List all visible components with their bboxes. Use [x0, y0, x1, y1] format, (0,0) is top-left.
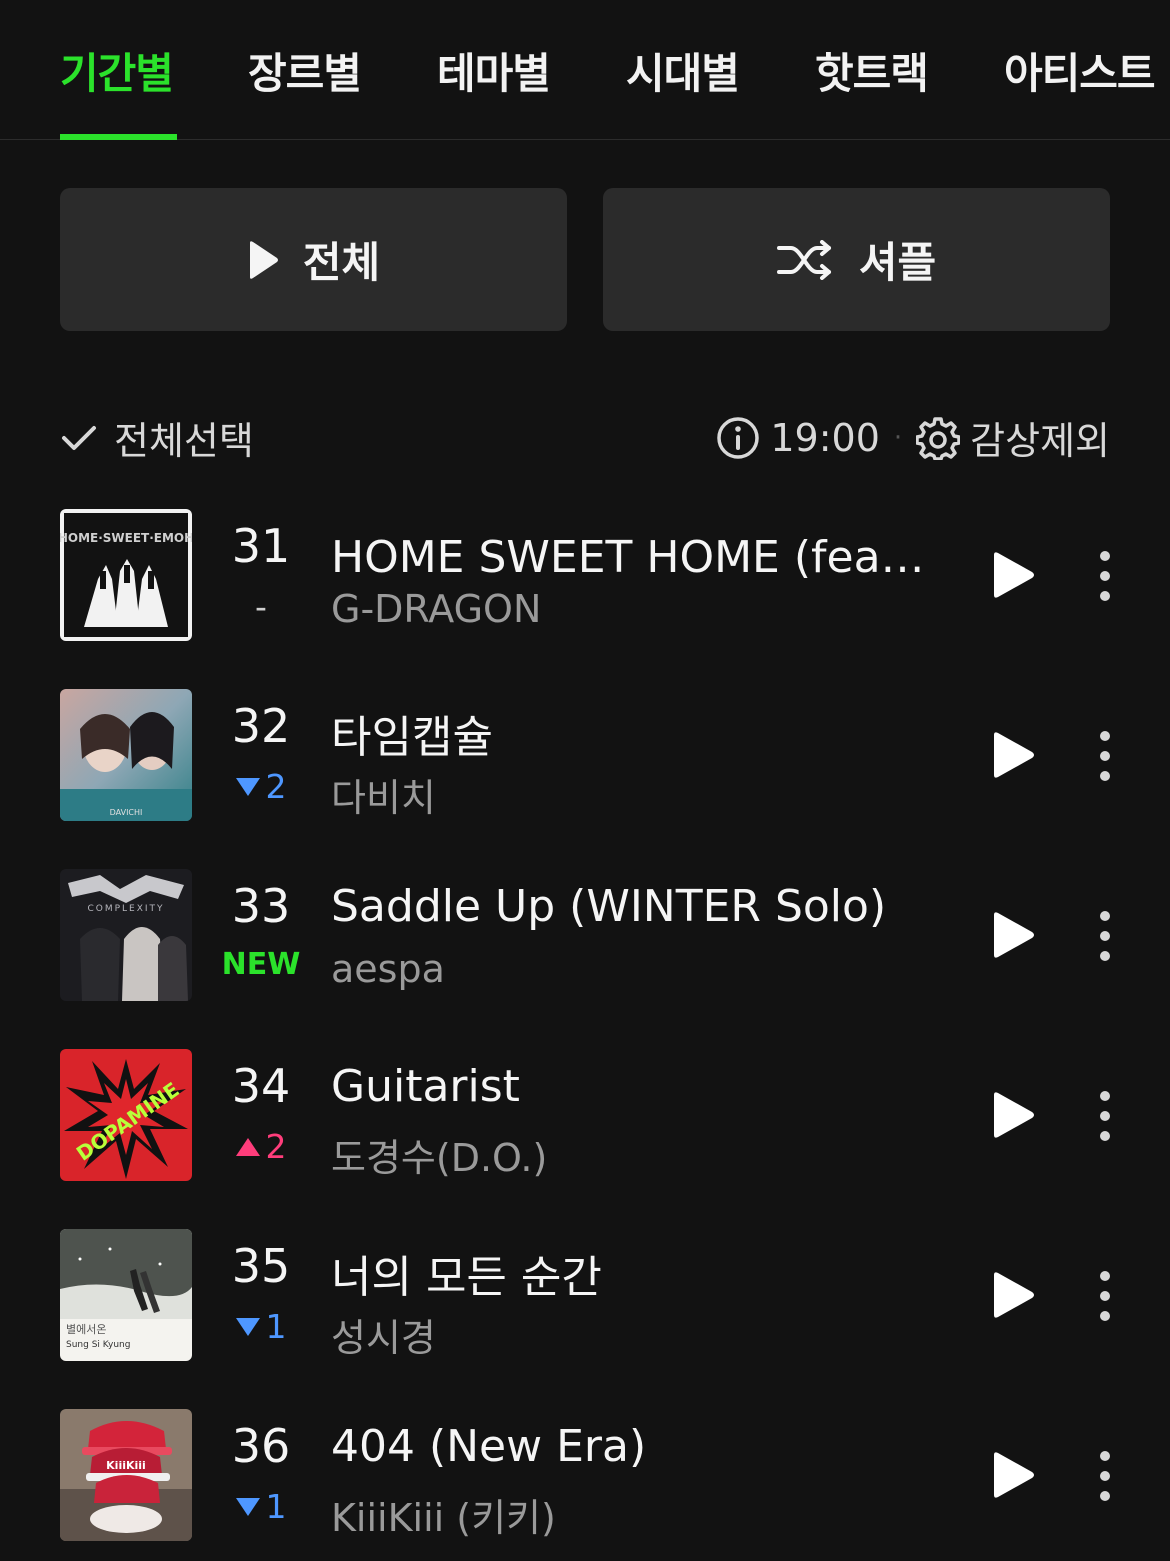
list-toolbar: 전체선택 19:00 · 감상제외	[60, 410, 1110, 466]
separator-dot: ·	[893, 422, 903, 453]
tab-theme[interactable]: 테마별	[437, 40, 551, 100]
artist-name[interactable]: 성시경	[331, 1307, 931, 1362]
select-all-button[interactable]: 전체선택	[60, 410, 254, 465]
rank-change-same: -	[255, 587, 267, 626]
artist-name[interactable]: KiiiKiii (키키)	[331, 1487, 931, 1542]
shuffle-button[interactable]: 셔플	[603, 188, 1110, 331]
tab-hot-track[interactable]: 핫트랙	[815, 40, 929, 100]
track-title: 너의 모든 순간	[331, 1252, 602, 1303]
track-title: 타임캡슐	[331, 712, 493, 763]
triangle-down-icon	[235, 1317, 260, 1336]
play-track-icon[interactable]	[990, 1091, 1036, 1139]
track-row[interactable]: KiiiKiii 36 1 404 (New Era) KiiiKiii (키키…	[60, 1409, 1150, 1541]
album-cover: DAVICHI	[60, 689, 192, 821]
artist-name[interactable]: 도경수(D.O.)	[331, 1127, 931, 1182]
track-row[interactable]: HOME·SWEET·EMOH 31 - HOME SWEET HOME (fe…	[60, 509, 1150, 641]
shuffle-label: 셔플	[858, 238, 937, 287]
rank-change-down: 1	[210, 1487, 312, 1526]
rank-number: 33	[231, 879, 291, 933]
svg-text:DAVICHI: DAVICHI	[110, 808, 143, 817]
rank-change-up: 2	[210, 1127, 312, 1166]
more-options-icon[interactable]	[1090, 1449, 1120, 1503]
gear-icon[interactable]	[916, 416, 961, 460]
play-track-icon[interactable]	[990, 551, 1036, 599]
track-title: HOME SWEET HOME (feat. 태양, 대성)	[331, 532, 931, 583]
tab-genre[interactable]: 장르별	[248, 40, 362, 100]
album-cover: KiiiKiii	[60, 1409, 192, 1541]
more-options-icon[interactable]	[1090, 1089, 1120, 1143]
svg-text:HOME·SWEET·EMOH: HOME·SWEET·EMOH	[60, 531, 192, 545]
track-row[interactable]: DOPAMINE 34 2 Guitarist 도경수(D.O.)	[60, 1049, 1150, 1181]
exclude-listening-label[interactable]: 감상제외	[970, 410, 1110, 465]
track-row[interactable]: DAVICHI 32 2 타임캡슐 다비치	[60, 689, 1150, 821]
svg-text:KiiiKiii: KiiiKiii	[106, 1459, 146, 1472]
tab-artist[interactable]: 아티스트	[1004, 40, 1156, 100]
more-options-icon[interactable]	[1090, 909, 1120, 963]
info-icon[interactable]	[716, 416, 760, 460]
rank-number: 36	[231, 1419, 291, 1473]
triangle-up-icon	[235, 1137, 260, 1156]
more-options-icon[interactable]	[1090, 1269, 1120, 1323]
rank-number: 35	[231, 1239, 291, 1293]
rank-number: 31	[231, 519, 291, 573]
more-options-icon[interactable]	[1090, 729, 1120, 783]
album-cover: COMPLEXITY	[60, 869, 192, 1001]
album-cover: 별에서온 Sung Si Kyung	[60, 1229, 192, 1361]
chart-update-time: 19:00	[770, 415, 880, 460]
play-track-icon[interactable]	[990, 1451, 1036, 1499]
active-tab-indicator	[60, 134, 177, 140]
artist-name[interactable]: aespa	[331, 947, 931, 991]
track-title: 404 (New Era)	[331, 1421, 647, 1472]
select-all-label: 전체선택	[114, 419, 254, 463]
album-cover: HOME·SWEET·EMOH	[60, 509, 192, 641]
play-all-label: 전체	[302, 238, 381, 287]
play-track-icon[interactable]	[990, 1271, 1036, 1319]
check-icon	[62, 425, 96, 450]
album-cover: DOPAMINE	[60, 1049, 192, 1181]
rank-change-down: 2	[210, 767, 312, 806]
track-title: Saddle Up (WINTER Solo)	[331, 881, 887, 932]
play-track-icon[interactable]	[990, 911, 1036, 959]
rank-number: 32	[231, 699, 291, 753]
triangle-down-icon	[235, 777, 260, 796]
svg-text:별에서온: 별에서온	[66, 1323, 106, 1336]
triangle-down-icon	[235, 1497, 260, 1516]
rank-change-new: NEW	[221, 947, 301, 982]
play-icon	[249, 240, 278, 279]
tab-period[interactable]: 기간별	[60, 40, 174, 100]
play-all-button[interactable]: 전체	[60, 188, 567, 331]
rank-change-down: 1	[210, 1307, 312, 1346]
tab-era[interactable]: 시대별	[626, 40, 740, 100]
track-row[interactable]: COMPLEXITY 33 NEW Saddle Up (WINTER Solo…	[60, 869, 1150, 1001]
artist-name[interactable]: G-DRAGON	[331, 587, 931, 631]
chart-info-tools: 19:00 · 감상제외	[716, 410, 1110, 465]
shuffle-icon	[776, 239, 831, 280]
play-track-icon[interactable]	[990, 731, 1036, 779]
more-options-icon[interactable]	[1090, 549, 1120, 603]
track-title: Guitarist	[331, 1061, 520, 1112]
svg-text:COMPLEXITY: COMPLEXITY	[87, 904, 164, 914]
track-row[interactable]: 별에서온 Sung Si Kyung 35 1 너의 모든 순간 성시경	[60, 1229, 1150, 1361]
artist-name[interactable]: 다비치	[331, 767, 931, 822]
category-tab-bar: 기간별 장르별 테마별 시대별 핫트랙 아티스트	[0, 0, 1170, 140]
rank-number: 34	[231, 1059, 291, 1113]
svg-text:Sung Si Kyung: Sung Si Kyung	[66, 1340, 130, 1350]
